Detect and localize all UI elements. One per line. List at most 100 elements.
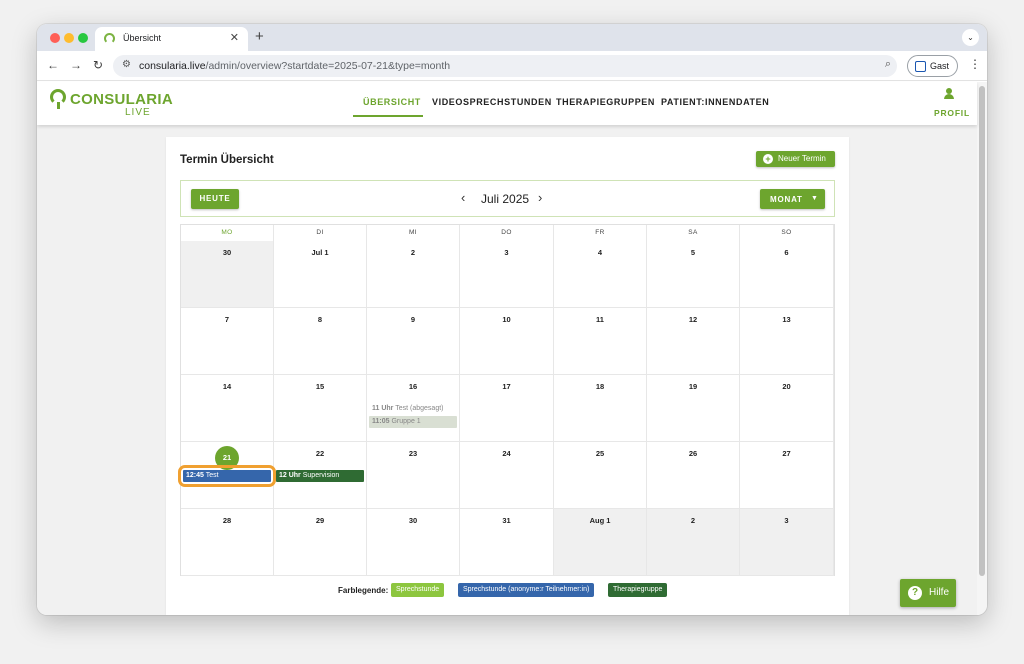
day-cell[interactable]: 29 bbox=[274, 509, 367, 576]
reload-icon[interactable]: ↻ bbox=[93, 58, 103, 72]
day-cell[interactable]: 27 bbox=[740, 442, 834, 509]
day-cell[interactable]: 12 bbox=[647, 308, 740, 375]
maximize-window-button[interactable] bbox=[78, 33, 88, 43]
new-appointment-button[interactable]: + Neuer Termin bbox=[756, 151, 835, 167]
day-cell[interactable]: 4 bbox=[554, 241, 647, 308]
day-cell[interactable]: 10 bbox=[460, 308, 554, 375]
day-cell[interactable]: 28 bbox=[181, 509, 274, 576]
day-number: 16 bbox=[408, 382, 418, 391]
scrollbar-thumb[interactable] bbox=[979, 86, 985, 576]
help-label: Hilfe bbox=[929, 587, 950, 598]
day-cell[interactable]: 8 bbox=[274, 308, 367, 375]
event-time: 11:05 bbox=[372, 418, 390, 425]
day-number: 23 bbox=[408, 449, 418, 458]
site-settings-icon[interactable]: ⚙ bbox=[122, 59, 131, 70]
favicon-icon bbox=[104, 33, 115, 44]
day-number: 10 bbox=[502, 315, 511, 324]
day-cell[interactable]: 14 bbox=[181, 375, 274, 442]
day-cell[interactable]: Jul 1 bbox=[274, 241, 367, 308]
day-cell[interactable]: 30 bbox=[367, 509, 460, 576]
day-number: 22 bbox=[315, 449, 325, 458]
tab-title: Übersicht bbox=[123, 33, 162, 43]
day-cell[interactable]: 24 bbox=[460, 442, 554, 509]
day-cell[interactable]: 2 bbox=[647, 509, 740, 576]
event-time: 11 Uhr bbox=[372, 405, 394, 412]
calendar-event[interactable]: 12 Uhr Supervision bbox=[276, 470, 364, 482]
help-button[interactable]: ? Hilfe bbox=[900, 579, 956, 607]
browser-menu-icon[interactable]: ⋮ bbox=[969, 57, 981, 71]
day-cell[interactable]: 15 bbox=[274, 375, 367, 442]
day-cell[interactable]: 26 bbox=[647, 442, 740, 509]
today-button[interactable]: HEUTE bbox=[191, 189, 239, 209]
day-cell[interactable]: 7 bbox=[181, 308, 274, 375]
day-cell[interactable]: 5 bbox=[647, 241, 740, 308]
day-number: 28 bbox=[222, 516, 232, 525]
plus-circle-icon: + bbox=[763, 154, 773, 164]
address-bar[interactable]: ⚙ consularia.live/admin/overview?startda… bbox=[113, 55, 897, 77]
view-mode-label: MONAT bbox=[770, 195, 803, 204]
day-number: 24 bbox=[502, 449, 511, 458]
main-content: Termin Übersicht + Neuer Termin HEUTE ‹ … bbox=[37, 125, 977, 615]
day-number: 14 bbox=[222, 382, 232, 391]
weekday-header-mo: MO bbox=[181, 225, 274, 241]
day-cell[interactable]: 6 bbox=[740, 241, 834, 308]
profile-link[interactable]: PROFIL bbox=[934, 108, 970, 118]
day-number: 30 bbox=[408, 516, 418, 525]
logo-subtext: LIVE bbox=[125, 107, 151, 118]
day-number: 12 bbox=[688, 315, 698, 324]
back-arrow-icon[interactable]: ← bbox=[47, 58, 59, 72]
day-number: Aug 1 bbox=[589, 516, 611, 525]
day-number: 2 bbox=[690, 516, 696, 525]
day-number: 25 bbox=[595, 449, 605, 458]
day-number: 20 bbox=[782, 382, 791, 391]
day-cell[interactable]: 30 bbox=[181, 241, 274, 308]
url-path: /admin/overview?startdate=2025-07-21&typ… bbox=[205, 60, 451, 72]
guest-avatar-icon bbox=[915, 61, 926, 72]
day-cell[interactable]: 2 bbox=[367, 241, 460, 308]
minimize-window-button[interactable] bbox=[64, 33, 74, 43]
zoom-icon[interactable]: ⌕ bbox=[885, 58, 891, 71]
close-window-button[interactable] bbox=[50, 33, 60, 43]
day-number: 17 bbox=[502, 382, 511, 391]
day-cell[interactable]: 25 bbox=[554, 442, 647, 509]
day-number: 29 bbox=[315, 516, 325, 525]
day-number: 5 bbox=[690, 248, 696, 257]
day-cell[interactable]: 19 bbox=[647, 375, 740, 442]
day-cell[interactable]: 11 bbox=[554, 308, 647, 375]
nav-therapiegruppen[interactable]: THERAPIEGRUPPEN bbox=[556, 97, 655, 107]
nav-patientinnendaten[interactable]: PATIENT:INNENDATEN bbox=[661, 97, 769, 107]
calendar-event[interactable]: 11:05 Gruppe 1 bbox=[369, 416, 457, 428]
next-month-chevron-icon[interactable]: › bbox=[538, 190, 542, 206]
day-cell[interactable]: 3 bbox=[460, 241, 554, 308]
calendar-toolbar: HEUTE ‹ Juli 2025 › MONAT ▼ bbox=[180, 180, 835, 217]
weekday-header-sa: SA bbox=[647, 225, 740, 241]
forward-arrow-icon[interactable]: → bbox=[70, 58, 82, 72]
day-cell[interactable]: Aug 1 bbox=[554, 509, 647, 576]
logo-text: CONSULARIA bbox=[70, 91, 173, 108]
previous-month-chevron-icon[interactable]: ‹ bbox=[461, 190, 465, 206]
day-cell[interactable]: 9 bbox=[367, 308, 460, 375]
new-tab-button[interactable]: + bbox=[255, 28, 264, 46]
calendar-event[interactable]: 11 Uhr Test (abgesagt) bbox=[369, 403, 457, 415]
tab-search-chevron-icon[interactable]: ⌄ bbox=[962, 29, 979, 46]
legend-label: Farblegende: bbox=[338, 586, 389, 595]
browser-tab-active[interactable]: Übersicht ✕ bbox=[95, 27, 248, 51]
day-cell[interactable]: 31 bbox=[460, 509, 554, 576]
annotation-highlight-ring bbox=[178, 465, 276, 487]
day-cell[interactable]: 18 bbox=[554, 375, 647, 442]
view-mode-dropdown[interactable]: MONAT ▼ bbox=[760, 189, 825, 209]
day-number: Jul 1 bbox=[311, 248, 329, 257]
new-appointment-label: Neuer Termin bbox=[778, 154, 826, 163]
tab-close-icon[interactable]: ✕ bbox=[230, 31, 239, 45]
day-cell[interactable]: 13 bbox=[740, 308, 834, 375]
nav-videosprechstunden[interactable]: VIDEOSPRECHSTUNDEN bbox=[432, 97, 552, 107]
day-cell[interactable]: 20 bbox=[740, 375, 834, 442]
guest-profile-button[interactable]: Gast bbox=[907, 55, 958, 77]
day-number: 26 bbox=[688, 449, 698, 458]
profile-person-icon[interactable] bbox=[944, 88, 954, 99]
day-cell[interactable]: 23 bbox=[367, 442, 460, 509]
day-cell[interactable]: 17 bbox=[460, 375, 554, 442]
event-time: 12 Uhr bbox=[279, 472, 301, 479]
nav-uebersicht[interactable]: ÜBERSICHT bbox=[363, 97, 421, 107]
day-cell[interactable]: 3 bbox=[740, 509, 834, 576]
